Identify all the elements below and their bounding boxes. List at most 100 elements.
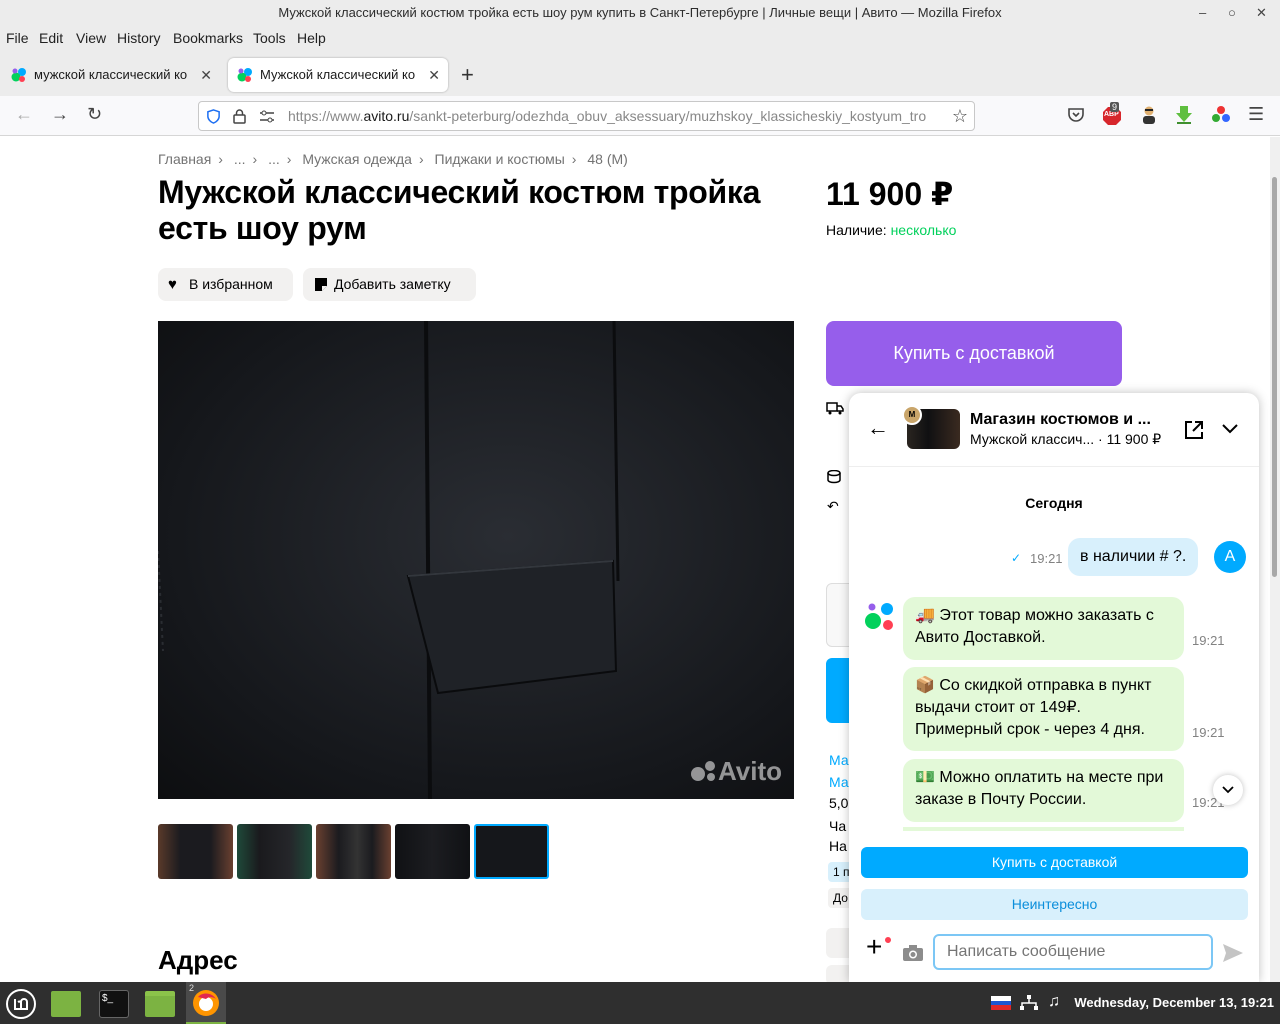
availability: Наличие: несколько — [826, 222, 956, 238]
seller-name-fragment[interactable]: Ма — [829, 752, 849, 768]
message-input[interactable] — [933, 934, 1213, 970]
scroll-down-button[interactable] — [1213, 775, 1243, 805]
menu-edit[interactable]: Edit — [39, 30, 63, 46]
bookmark-star-icon[interactable]: ☆ — [947, 102, 968, 130]
avito-bot-avatar-icon — [865, 603, 893, 630]
sound-icon[interactable]: ♫ — [1048, 993, 1060, 1011]
clock[interactable]: Wednesday, December 13, 19:21 — [1074, 995, 1274, 1010]
files-icon[interactable] — [145, 991, 175, 1017]
breadcrumb-mens-clothing[interactable]: Мужская одежда — [302, 151, 412, 167]
attach-plus-icon[interactable]: + — [866, 933, 882, 961]
permissions-icon[interactable] — [259, 110, 275, 123]
mint-menu-icon[interactable] — [6, 989, 36, 1019]
chat-back-icon[interactable]: ← — [867, 415, 889, 441]
reload-icon[interactable]: ↻ — [87, 104, 102, 125]
truck-icon — [826, 402, 844, 415]
tab-inactive[interactable]: мужской классический ко ✕ — [2, 58, 220, 92]
menu-history[interactable]: History — [117, 30, 161, 46]
firefox-taskbar-button[interactable]: 2 — [186, 982, 226, 1024]
navigation-bar: ← → ↻ https://www.avito.ru/sankt-peterbu… — [0, 96, 1280, 136]
chat-shop-name: Магазин костюмов и ... — [970, 411, 1151, 428]
download-extension-icon[interactable] — [1175, 105, 1193, 125]
breadcrumb-ellipsis[interactable]: ... — [234, 151, 246, 167]
product-title: Мужской классический костюм тройка есть … — [158, 174, 761, 246]
adblock-label: ABP — [1104, 111, 1119, 118]
open-external-icon[interactable] — [1184, 420, 1204, 440]
watermark-text: Avito — [717, 756, 782, 786]
thumbnail-4[interactable] — [395, 824, 470, 879]
user-avatar: A — [1214, 541, 1246, 573]
hamburger-menu-icon[interactable]: ☰ — [1248, 104, 1264, 125]
menu-view[interactable]: View — [76, 30, 106, 46]
thumbnail-1[interactable] — [158, 824, 233, 879]
breadcrumb-home[interactable]: Главная — [158, 151, 211, 167]
attach-notification-dot — [885, 937, 891, 943]
avito-favicon-icon — [237, 68, 252, 82]
menu-help[interactable]: Help — [297, 30, 326, 46]
url-domain: avito.ru — [363, 108, 410, 124]
breadcrumb-jackets-suits[interactable]: Пиджаки и костюмы — [435, 151, 565, 167]
tab-active[interactable]: Мужской классический ко ✕ — [228, 58, 448, 92]
user-agent-extension-icon[interactable] — [1140, 105, 1158, 125]
network-icon[interactable] — [1020, 995, 1038, 1011]
product-main-photo[interactable]: Avito — [158, 321, 794, 799]
chat-popup: ← M Магазин костюмов и ... Мужской класс… — [849, 393, 1259, 982]
return-icon: ↶ — [827, 498, 839, 514]
firefox-icon — [193, 990, 219, 1016]
breadcrumb-size[interactable]: 48 (M) — [587, 151, 627, 167]
back-icon[interactable]: ← — [15, 104, 33, 125]
camera-icon[interactable] — [902, 944, 924, 962]
incoming-time: 19:21 — [1192, 725, 1225, 740]
add-note-label: Добавить заметку — [334, 276, 451, 292]
new-tab-icon[interactable]: + — [461, 62, 474, 88]
russian-flag-icon[interactable] — [991, 996, 1011, 1010]
breadcrumb-ellipsis[interactable]: ... — [268, 151, 280, 167]
tab-close-icon[interactable]: ✕ — [428, 58, 440, 92]
menu-bookmarks[interactable]: Bookmarks — [173, 30, 243, 46]
color-extension-icon[interactable] — [1211, 105, 1231, 125]
thumbnail-5-selected[interactable] — [474, 824, 549, 879]
forward-icon[interactable]: → — [51, 104, 69, 125]
shield-icon[interactable] — [206, 109, 221, 124]
chat-item-price: · 11 900 ₽ — [1098, 431, 1162, 447]
chat-buy-with-delivery-button[interactable]: Купить с доставкой — [861, 847, 1248, 878]
thumbnail-3[interactable] — [316, 824, 391, 879]
close-window-button[interactable]: ✕ — [1256, 0, 1267, 26]
buy-with-delivery-button[interactable]: Купить с доставкой — [826, 321, 1122, 386]
adblock-icon[interactable]: ABP 9 — [1102, 102, 1122, 126]
outgoing-time: 19:21 — [1030, 551, 1063, 566]
chat-item-name: Мужской классич... — [970, 431, 1095, 447]
menu-bar: File Edit View History Bookmarks Tools H… — [0, 26, 1280, 50]
chevron-down-icon — [1222, 786, 1234, 794]
tab-bar: мужской классический ко ✕ Мужской класси… — [0, 50, 1280, 96]
maximize-button[interactable]: ○ — [1228, 0, 1236, 26]
seller-shop-fragment[interactable]: Ма — [829, 774, 849, 790]
thumbnail-2[interactable] — [237, 824, 312, 879]
chat-item-info: Мужской классич... · 11 900 ₽ — [970, 431, 1161, 448]
breadcrumb: Главная › ... › ... › Мужская одежда › Пиджа… — [158, 151, 628, 167]
terminal-icon[interactable]: $_ — [99, 990, 129, 1018]
incoming-message: 📦 Со скидкой отправка в пункт выдачи сто… — [903, 667, 1184, 751]
taskbar: $_ 2 ♫ Wednesday, December 13, 19:21 — [0, 982, 1280, 1024]
window-title: Мужской классический костюм тройка есть … — [278, 5, 1002, 20]
tab-close-icon[interactable]: ✕ — [200, 58, 212, 92]
lock-icon[interactable] — [233, 109, 246, 124]
favorite-button[interactable]: ♥ В избранном — [158, 268, 293, 301]
show-desktop-icon[interactable] — [51, 991, 81, 1017]
avito-watermark: Avito — [690, 756, 782, 787]
url-prefix: https://www. — [288, 108, 364, 124]
on-avito-fragment: На — [829, 838, 847, 854]
menu-tools[interactable]: Tools — [253, 30, 286, 46]
minimize-button[interactable]: – — [1199, 0, 1206, 26]
url-bar[interactable]: https://www.avito.ru/sankt-peterburg/ode… — [198, 101, 975, 131]
collapse-chevron-icon[interactable] — [1221, 423, 1239, 435]
suit-fabric-image — [158, 321, 620, 799]
pocket-icon[interactable] — [1067, 107, 1085, 124]
send-icon[interactable] — [1222, 943, 1244, 963]
page-scrollbar[interactable] — [1270, 137, 1280, 982]
menu-file[interactable]: File — [6, 30, 29, 46]
not-interested-button[interactable]: Неинтересно — [861, 889, 1248, 920]
chat-footer: Купить с доставкой Неинтересно + — [849, 831, 1259, 982]
adblock-badge: 9 — [1110, 102, 1120, 112]
add-note-button[interactable]: Добавить заметку — [303, 268, 476, 301]
